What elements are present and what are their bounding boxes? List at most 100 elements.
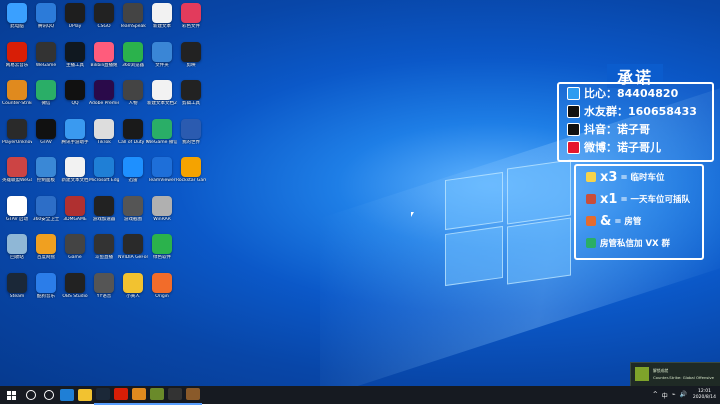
app-icon bbox=[36, 195, 56, 216]
desktop-icon[interactable]: 新建文本文档 bbox=[60, 157, 90, 183]
taskbar-gtav-button[interactable] bbox=[148, 385, 166, 405]
promo-text: 抖音：诺子哥 bbox=[584, 123, 650, 136]
desktop[interactable]: 此电脑网易云音乐 Counter-Strike Global Offensive P… bbox=[0, 0, 720, 386]
desktop-icon[interactable]: 英雄联盟WeGame bbox=[2, 157, 32, 183]
desktop-icon-label: 腾讯手游助手 bbox=[61, 139, 89, 145]
desktop-icon[interactable]: WeGame bbox=[31, 41, 61, 68]
desktop-icon[interactable]: YY语音 bbox=[89, 272, 119, 299]
edge-icon bbox=[60, 389, 74, 401]
desktop-icon-label: 我的世界 bbox=[182, 139, 200, 145]
app-icon bbox=[65, 41, 85, 62]
desktop-icon[interactable]: 此电脑 bbox=[2, 3, 32, 29]
desktop-icon[interactable]: 新建文本文档2 bbox=[147, 80, 177, 106]
desktop-icon[interactable]: NVIDIA GeForce bbox=[118, 234, 148, 260]
desktop-icon[interactable]: 剪辑工具 bbox=[176, 80, 206, 106]
tray-icon[interactable]: 中 bbox=[662, 391, 668, 400]
taskbar-edge-button[interactable] bbox=[58, 386, 76, 404]
desktop-icon-label: 剪辑工具 bbox=[182, 101, 200, 106]
desktop-icon[interactable]: WinRAR bbox=[147, 195, 177, 222]
taskbar-game-button[interactable] bbox=[184, 385, 202, 405]
app-icon bbox=[7, 3, 27, 23]
desktop-icon[interactable]: 控制面板 bbox=[31, 157, 61, 183]
desktop-icon[interactable]: 腾讯手游助手 bbox=[60, 118, 90, 145]
desktop-icon[interactable]: OBS Studio bbox=[60, 272, 90, 299]
desktop-icon[interactable]: PlayerUnknown's Battlegrounds bbox=[2, 118, 32, 145]
desktop-icon[interactable]: 剪映 bbox=[176, 41, 206, 68]
desktop-icon[interactable]: TeamViewer bbox=[147, 157, 177, 183]
desktop-icon[interactable]: WeGame 微信 bbox=[147, 118, 177, 145]
desktop-icon-label: 游戏截图 bbox=[124, 216, 142, 222]
taskbar-obs-button[interactable] bbox=[166, 385, 184, 405]
desktop-icon[interactable]: 我的世界 bbox=[176, 118, 206, 145]
desktop-icon[interactable]: 人物 bbox=[118, 80, 148, 106]
taskbar-task-view-button[interactable] bbox=[40, 386, 58, 404]
desktop-icon[interactable]: QQ bbox=[60, 80, 90, 106]
rule-row: x1 = 一天车位可插队 bbox=[576, 188, 702, 210]
desktop-icon[interactable]: Microsoft Edge bbox=[89, 157, 119, 183]
desktop-icon[interactable]: Bilibili直播姬 bbox=[89, 41, 119, 68]
desktop-icon[interactable]: Game bbox=[60, 234, 90, 260]
desktop-icon[interactable]: 360安全卫士 bbox=[31, 195, 61, 222]
desktop-icon[interactable]: 网易云音乐 bbox=[2, 41, 32, 68]
app-icon bbox=[152, 157, 172, 177]
tray-icon[interactable]: ^ bbox=[653, 391, 658, 400]
promo-row: 抖音：诺子哥 bbox=[559, 120, 712, 138]
desktop-icon[interactable]: 酷狗音乐 bbox=[31, 272, 61, 299]
desktop-icon[interactable]: TeamSpeak bbox=[118, 3, 148, 29]
desktop-icon[interactable]: 微信 bbox=[31, 80, 61, 106]
taskbar-search-button[interactable] bbox=[22, 386, 40, 404]
desktop-icon[interactable]: Call of Duty Modern Warfare bbox=[118, 118, 148, 145]
taskbar-netease-button[interactable] bbox=[112, 385, 130, 405]
desktop-icon[interactable]: 3DMGAME bbox=[60, 195, 90, 222]
desktop-icon[interactable]: Steam bbox=[2, 272, 32, 299]
desktop-icon[interactable]: 腾讯QQ bbox=[31, 3, 61, 29]
app-icon bbox=[36, 80, 56, 100]
start-button[interactable] bbox=[0, 386, 22, 404]
achievement-toast[interactable]: 解锁成就 Counter-Strike: Global Offensive bbox=[630, 362, 720, 386]
app-icon bbox=[123, 3, 143, 23]
desktop-icon-label: 百度网盘 bbox=[37, 255, 55, 260]
desktop-icon[interactable]: Rockstar Games Launcher bbox=[176, 157, 206, 183]
desktop-icon[interactable]: Counter-Strike Global Offensive bbox=[2, 80, 32, 106]
promo-text: 微博：诺子哥儿 bbox=[584, 141, 661, 154]
app-icon bbox=[123, 157, 143, 177]
desktop-icon[interactable]: 新建文本 bbox=[147, 3, 177, 29]
taskbar-csgo-button[interactable] bbox=[130, 385, 148, 405]
desktop-icon[interactable]: 百度网盘 bbox=[31, 234, 61, 260]
desktop-icon[interactable]: CSGO bbox=[89, 3, 119, 29]
desktop-icon-label: 360安全卫士 bbox=[32, 216, 60, 222]
desktop-icon[interactable]: GTAV bbox=[31, 118, 61, 145]
desktop-icon[interactable]: GTAV 启动 bbox=[2, 195, 32, 222]
desktop-icon[interactable]: 主播工具 bbox=[60, 41, 90, 68]
desktop-icon[interactable]: 游戏加速器 bbox=[89, 195, 119, 222]
tray-icon[interactable]: ⌁ bbox=[672, 391, 676, 400]
app-icon bbox=[123, 234, 143, 254]
desktop-icon[interactable]: UPlay bbox=[60, 3, 90, 29]
desktop-icon[interactable]: Adobe Premiere bbox=[89, 80, 119, 106]
desktop-icon[interactable]: Origin bbox=[147, 272, 177, 299]
tray-icon[interactable]: 🔊 bbox=[679, 391, 686, 400]
desktop-icon-label: GTAV bbox=[40, 139, 52, 145]
desktop-icon[interactable]: 彩色文件 bbox=[176, 3, 206, 29]
taskbar-file-explorer-button[interactable] bbox=[76, 386, 94, 404]
desktop-icon-label: PlayerUnknown's Battlegrounds bbox=[2, 139, 32, 145]
windows-start-icon bbox=[6, 390, 16, 400]
desktop-icon[interactable]: 360浏览器 bbox=[118, 41, 148, 68]
rule-text: = 一天车位可插队 bbox=[620, 195, 691, 205]
desktop-icon[interactable]: 游戏截图 bbox=[118, 195, 148, 222]
desktop-icon[interactable]: 斗鱼直播 bbox=[89, 234, 119, 260]
desktop-icon[interactable]: 绿色软件 bbox=[147, 234, 177, 260]
csgo-icon bbox=[132, 388, 146, 400]
desktop-icon[interactable]: 迅雷 bbox=[118, 157, 148, 183]
bilibili-icon bbox=[567, 86, 580, 100]
desktop-icon[interactable]: TikTok bbox=[89, 118, 119, 145]
desktop-icon-label: Rockstar Games Launcher bbox=[176, 178, 206, 183]
desktop-icon[interactable]: 回收站 bbox=[2, 234, 32, 260]
desktop-icon[interactable]: 小黄人 bbox=[118, 272, 148, 299]
clock[interactable]: 12:01 2020/8/14 bbox=[693, 389, 716, 401]
rule-row: 房管私信加 VX 群 bbox=[576, 232, 702, 254]
taskbar-steam-button[interactable] bbox=[94, 385, 112, 405]
desktop-icon[interactable]: 文件夹 bbox=[147, 41, 177, 68]
app-icon bbox=[123, 41, 143, 62]
desktop-icon-label: 主播工具 bbox=[66, 62, 84, 68]
